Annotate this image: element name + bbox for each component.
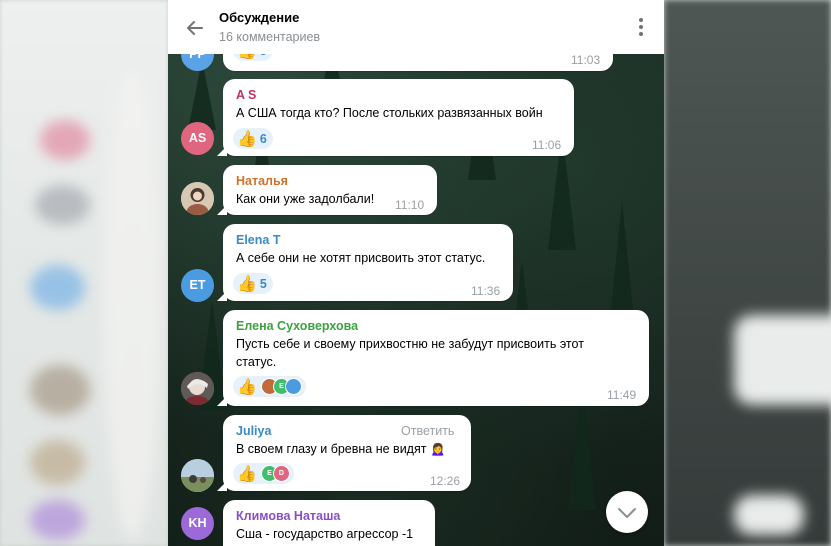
message-time: 11:03 [571, 53, 601, 67]
message-time: 11:36 [471, 284, 501, 298]
thumbs-up-icon: 👍 [237, 465, 257, 483]
blurred-left-area [0, 0, 168, 546]
reactor-avatar: D [272, 465, 290, 482]
message-author[interactable]: Наталья [236, 174, 288, 188]
thumbs-up-icon: 👍 [237, 130, 257, 148]
reply-button[interactable]: Ответить [401, 424, 454, 438]
like-reaction[interactable]: 👍 6 [233, 128, 273, 149]
arrow-left-icon[interactable] [182, 15, 208, 41]
like-reaction[interactable]: 👍 5 [233, 273, 273, 294]
message-text: А США тогда кто? После стольких развязан… [236, 106, 543, 120]
avatar[interactable] [181, 372, 214, 405]
chat-panel: Обсуждение 16 комментариев PP 👍 5 11:03 … [168, 0, 664, 546]
message-bubble[interactable]: Juliya Ответить В своем глазу и бревна н… [217, 415, 471, 491]
user-photo-icon [181, 182, 214, 215]
message-text: А себе они не хотят присвоить этот стату… [236, 251, 486, 265]
woman-emoji-icon: 🙍‍♀️ [429, 442, 446, 456]
comment-count: 16 комментариев [219, 30, 321, 44]
thumbs-up-icon: 👍 [237, 378, 257, 396]
message-text: Пусть себе и своему прихвостню не забуду… [236, 335, 584, 371]
chevron-down-icon [618, 508, 636, 518]
message-text-line: статус. [236, 355, 277, 369]
message-time: 12:26 [430, 474, 461, 488]
avatar[interactable]: ET [181, 269, 214, 302]
message-author[interactable]: A S [236, 88, 256, 102]
avatar[interactable] [181, 459, 214, 492]
message-text: В своем глазу и бревна не видят [236, 442, 427, 456]
like-reaction[interactable]: 👍 E [233, 376, 306, 397]
message-text: Сша - государство агрессор -1 [236, 527, 414, 541]
blurred-right-area [664, 0, 831, 546]
message-bubble[interactable]: Наталья Как они уже задолбали! 11:10 [217, 165, 437, 215]
message-author[interactable]: Климова Наташа [236, 509, 340, 523]
message-author[interactable]: Елена Суховерхова [236, 319, 358, 333]
reaction-count: 5 [259, 276, 267, 291]
vertical-dots-icon[interactable] [634, 16, 648, 38]
avatar-initials: KH [188, 516, 207, 530]
user-photo-icon [181, 372, 214, 405]
avatar-initials: AS [188, 131, 207, 145]
message-time: 11:10 [395, 198, 425, 212]
message-time: 11:06 [532, 138, 562, 152]
like-reaction[interactable]: 👍 E D [233, 463, 294, 484]
thumbs-up-icon: 👍 [237, 275, 257, 293]
message-text-line: Пусть себе и своему прихвостню не забуду… [236, 337, 584, 351]
user-photo-icon [181, 459, 214, 492]
message-time: 11:49 [607, 388, 637, 402]
avatar-initials: ET [189, 278, 206, 292]
reaction-count: 6 [259, 131, 267, 146]
scroll-down-button[interactable] [606, 491, 648, 533]
message-bubble[interactable]: A S А США тогда кто? После стольких разв… [217, 79, 574, 156]
message-bubble[interactable]: Климова Наташа Сша - государство агрессо… [223, 500, 435, 546]
avatar[interactable]: AS [181, 122, 214, 155]
page-title: Обсуждение [219, 10, 300, 25]
avatar[interactable] [181, 182, 214, 215]
message-author[interactable]: Juliya [236, 424, 271, 438]
message-author[interactable]: Elena T [236, 233, 280, 247]
message-bubble[interactable]: Елена Суховерхова Пусть себе и своему пр… [217, 310, 649, 406]
chat-header: Обсуждение 16 комментариев [168, 0, 664, 54]
message-bubble[interactable]: Elena T А себе они не хотят присвоить эт… [217, 224, 513, 301]
avatar[interactable]: KH [181, 507, 214, 540]
message-text-wrap: В своем глазу и бревна не видят 🙍‍♀️ [236, 440, 446, 458]
message-text: Как они уже задолбали! [236, 192, 375, 206]
reactor-avatar [284, 378, 302, 395]
